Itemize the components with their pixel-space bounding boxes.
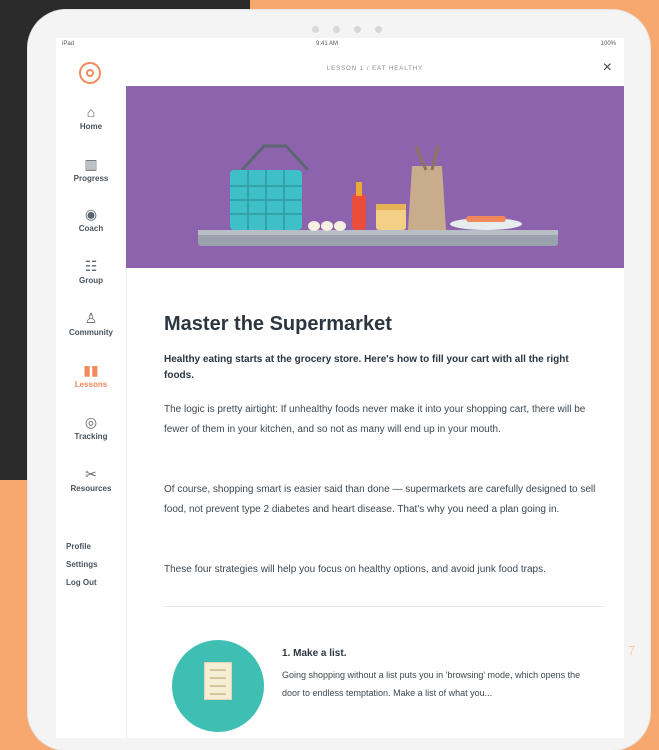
sidebar-item-label: Tracking [74, 432, 108, 441]
sidebar-item-label: Group [79, 276, 103, 285]
sidebar-item-label: Home [79, 122, 103, 131]
lesson-paragraph: Of course, shopping smart is easier said… [164, 484, 596, 515]
sidebar-item-lessons[interactable]: ▮▮ Lessons [56, 362, 126, 389]
sidebar-item-progress[interactable]: ▥ Progress [56, 156, 126, 183]
resources-icon: ✂ [85, 466, 97, 482]
sidebar-item-coach[interactable]: ◉ Coach [56, 206, 126, 233]
sidebar-item-resources[interactable]: ✂ Resources [56, 466, 126, 493]
sidebar-item-community[interactable]: ♙ Community [56, 310, 126, 337]
coach-icon: ◉ [84, 206, 98, 222]
paper-bag-shape [408, 166, 446, 230]
sidebar: ⌂ Home ▥ Progress ◉ Coach ☷ Group ♙ Comm… [56, 52, 127, 738]
lesson-lead: Healthy eating starts at the grocery sto… [164, 354, 569, 381]
hero-illustration [126, 86, 624, 268]
sidebar-item-label: Lessons [74, 380, 108, 389]
sidebar-item-label: Progress [73, 174, 109, 183]
divider [164, 606, 604, 607]
tip-body: Going shopping without a list puts you i… [282, 670, 581, 698]
page-marker: 7 [628, 643, 636, 658]
sidebar-sub-links: Profile Settings Log Out [66, 542, 98, 596]
sidebar-item-label: Resources [70, 484, 112, 493]
log-out-link[interactable]: Log Out [66, 578, 98, 587]
status-bar: iPad 9:41 AM 100% [56, 38, 624, 52]
lesson-topbar: LESSON 1 / EAT HEALTHY × [126, 52, 624, 86]
community-icon: ♙ [84, 310, 98, 326]
lesson-paragraph: These four strategies will help you focu… [164, 564, 546, 575]
basket-handle-shape [240, 144, 310, 172]
grocery-illustration [198, 144, 558, 246]
checklist-icon [204, 662, 232, 700]
list-illustration-icon [172, 640, 264, 732]
home-icon: ⌂ [86, 104, 96, 120]
page-title: Master the Supermarket [164, 313, 392, 336]
bar-chart-icon: ▥ [84, 156, 98, 172]
sidebar-item-home[interactable]: ⌂ Home [56, 104, 126, 131]
status-battery: 100% [600, 41, 616, 47]
tip-title: 1. Make a list. [282, 648, 347, 659]
sauce-bottle-shape [352, 194, 366, 230]
app-logo-icon[interactable] [79, 62, 101, 84]
book-icon: ▮▮ [83, 362, 99, 378]
settings-link[interactable]: Settings [66, 560, 98, 569]
app-screen: iPad 9:41 AM 100% ⌂ Home ▥ Progress ◉ Co… [56, 38, 624, 738]
sidebar-item-label: Community [69, 328, 113, 337]
status-carrier: iPad [62, 41, 75, 47]
check-circle-icon: ◎ [84, 414, 98, 430]
lesson-paragraph: The logic is pretty airtight: If unhealt… [164, 404, 586, 435]
profile-link[interactable]: Profile [66, 542, 98, 551]
camera-dots [312, 26, 382, 33]
group-icon: ☷ [84, 258, 98, 274]
breadcrumb: LESSON 1 / EAT HEALTHY [326, 66, 424, 72]
sidebar-item-label: Coach [78, 224, 104, 233]
sidebar-item-group[interactable]: ☷ Group [56, 258, 126, 285]
close-button[interactable]: × [603, 60, 612, 76]
sidebar-item-tracking[interactable]: ◎ Tracking [56, 414, 126, 441]
status-time: 9:41 AM [316, 41, 339, 47]
lesson-article: Master the Supermarket Healthy eating st… [156, 270, 616, 738]
